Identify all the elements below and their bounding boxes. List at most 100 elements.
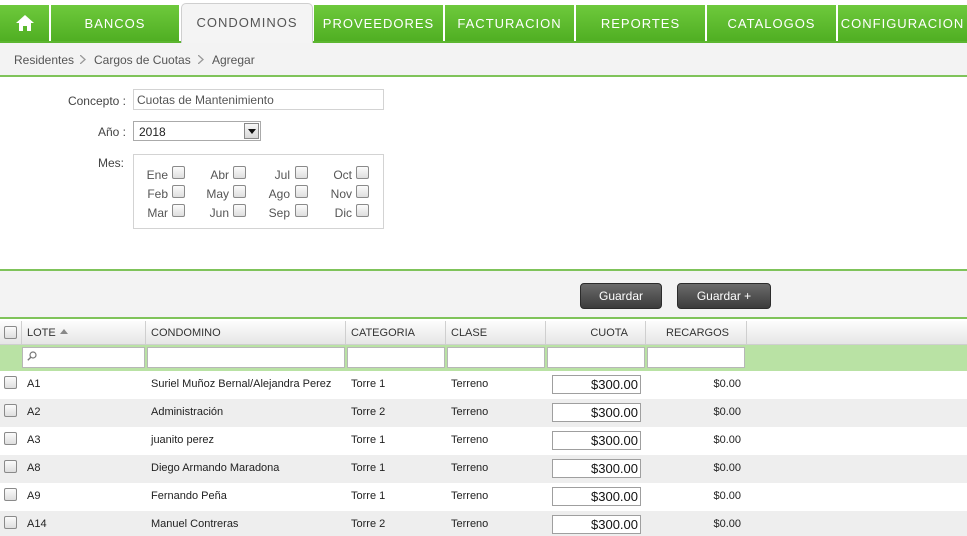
search-icon (27, 351, 37, 361)
cell-recargos: $0.00 (713, 518, 741, 530)
month-label-ene: Ene (146, 168, 168, 182)
table-row[interactable]: A14 Manuel Contreras Torre 2 Terreno $0.… (0, 511, 967, 536)
cell-condomino: Suriel Muñoz Bernal/Alejandra Perez (151, 378, 332, 390)
filter-condomino[interactable] (147, 347, 345, 368)
chevron-down-icon[interactable] (244, 123, 259, 139)
cell-clase: Terreno (451, 490, 489, 502)
cell-recargos: $0.00 (713, 434, 741, 446)
filter-cuota[interactable] (547, 347, 645, 368)
select-all-checkbox[interactable] (4, 326, 17, 339)
column-header-recargos[interactable]: RECARGOS (646, 321, 747, 345)
cell-clase: Terreno (451, 434, 489, 446)
month-label-dic: Dic (334, 206, 352, 220)
row-checkbox[interactable] (4, 460, 17, 473)
tab-condominos[interactable]: CONDOMINOS (181, 3, 313, 43)
cell-condomino: juanito perez (151, 434, 214, 446)
home-icon (16, 15, 34, 31)
filter-recargos[interactable] (647, 347, 745, 368)
month-label-sep: Sep (268, 206, 290, 220)
row-checkbox[interactable] (4, 376, 17, 389)
checkbox-feb[interactable] (172, 185, 185, 198)
grid-header: LOTE CONDOMINO CATEGORIA CLASE CUOTA REC… (0, 321, 967, 345)
cuota-input[interactable] (552, 403, 641, 422)
tab-proveedores[interactable]: PROVEEDORES (314, 5, 444, 42)
checkbox-mar[interactable] (172, 204, 185, 217)
tab-facturacion[interactable]: FACTURACION (445, 5, 575, 42)
table-row[interactable]: A1 Suriel Muñoz Bernal/Alejandra Perez T… (0, 371, 967, 399)
tab-configuracion[interactable]: CONFIGURACION (838, 5, 967, 42)
table-row[interactable]: A8 Diego Armando Maradona Torre 1 Terren… (0, 455, 967, 483)
filter-clase[interactable] (447, 347, 545, 368)
month-label-jun: Jun (209, 206, 229, 220)
top-navigation: BANCOS CONDOMINOS PROVEEDORES FACTURACIO… (0, 0, 967, 43)
chevron-right-icon (198, 55, 204, 64)
checkbox-nov[interactable] (356, 185, 369, 198)
month-label-nov: Nov (330, 187, 352, 201)
cell-lote: A2 (27, 406, 41, 418)
row-checkbox[interactable] (4, 488, 17, 501)
mes-label: Mes: (97, 156, 124, 170)
checkbox-jul[interactable] (295, 166, 308, 179)
column-header-categoria[interactable]: CATEGORIA (346, 321, 446, 345)
column-header-clase[interactable]: CLASE (446, 321, 546, 345)
checkbox-abr[interactable] (233, 166, 246, 179)
concepto-label: Concepto : (67, 94, 126, 108)
cell-lote: A1 (27, 378, 41, 390)
column-header-cuota[interactable]: CUOTA (546, 321, 646, 345)
cell-condomino: Administración (151, 406, 224, 418)
cell-lote: A14 (27, 518, 47, 530)
checkbox-ene[interactable] (172, 166, 185, 179)
cuota-input[interactable] (552, 487, 641, 506)
cuota-input[interactable] (552, 375, 641, 394)
column-header-condomino[interactable]: CONDOMINO (146, 321, 346, 345)
checkbox-sep[interactable] (295, 204, 308, 217)
cell-recargos: $0.00 (713, 406, 741, 418)
column-header-lote[interactable]: LOTE (22, 321, 146, 345)
concepto-field[interactable] (133, 89, 384, 110)
action-bar: Guardar Guardar + (0, 269, 967, 319)
table-row[interactable]: A3 juanito perez Torre 1 Terreno $0.00 (0, 427, 967, 455)
cell-recargos: $0.00 (713, 490, 741, 502)
tab-catalogos[interactable]: CATALOGOS (707, 5, 837, 42)
guardar-button[interactable]: Guardar (580, 283, 662, 309)
cuota-input[interactable] (552, 459, 641, 478)
month-selector: Ene Feb Mar Abr May Jun Jul Ago Sep Oct … (133, 154, 384, 229)
breadcrumb: Residentes Cargos de Cuotas Agregar (0, 43, 967, 77)
table-row[interactable]: A9 Fernando Peña Torre 1 Terreno $0.00 (0, 483, 967, 511)
anio-select[interactable]: 2018 (133, 121, 261, 141)
checkbox-oct[interactable] (356, 166, 369, 179)
checkbox-ago[interactable] (295, 185, 308, 198)
select-all-cell (0, 321, 22, 345)
guardar-plus-button[interactable]: Guardar + (677, 283, 771, 309)
home-tab[interactable] (0, 5, 50, 42)
anio-value: 2018 (139, 125, 166, 139)
row-checkbox[interactable] (4, 432, 17, 445)
tab-reportes[interactable]: REPORTES (576, 5, 706, 42)
filter-categoria[interactable] (347, 347, 445, 368)
table-row[interactable]: A2 Administración Torre 2 Terreno $0.00 (0, 399, 967, 427)
cuota-input[interactable] (552, 431, 641, 450)
checkbox-dic[interactable] (356, 204, 369, 217)
row-checkbox[interactable] (4, 516, 17, 529)
month-label-may: May (206, 187, 229, 201)
cell-categoria: Torre 1 (351, 490, 386, 502)
sort-ascending-icon (59, 329, 68, 334)
anio-label: Año : (97, 125, 126, 139)
cell-recargos: $0.00 (713, 462, 741, 474)
cell-recargos: $0.00 (713, 378, 741, 390)
cell-lote: A9 (27, 490, 41, 502)
cell-condomino: Manuel Contreras (151, 518, 239, 530)
month-label-mar: Mar (147, 206, 168, 220)
tab-bancos[interactable]: BANCOS (51, 5, 180, 42)
breadcrumb-residentes[interactable]: Residentes (14, 53, 74, 67)
month-label-jul: Jul (274, 168, 290, 182)
cuota-input[interactable] (552, 515, 641, 534)
row-checkbox[interactable] (4, 404, 17, 417)
breadcrumb-agregar: Agregar (212, 53, 255, 67)
breadcrumb-cargos-de-cuotas[interactable]: Cargos de Cuotas (94, 53, 191, 67)
checkbox-jun[interactable] (233, 204, 246, 217)
checkbox-may[interactable] (233, 185, 246, 198)
filter-lote[interactable] (22, 347, 145, 368)
chevron-right-icon (80, 55, 86, 64)
month-label-abr: Abr (210, 168, 229, 182)
